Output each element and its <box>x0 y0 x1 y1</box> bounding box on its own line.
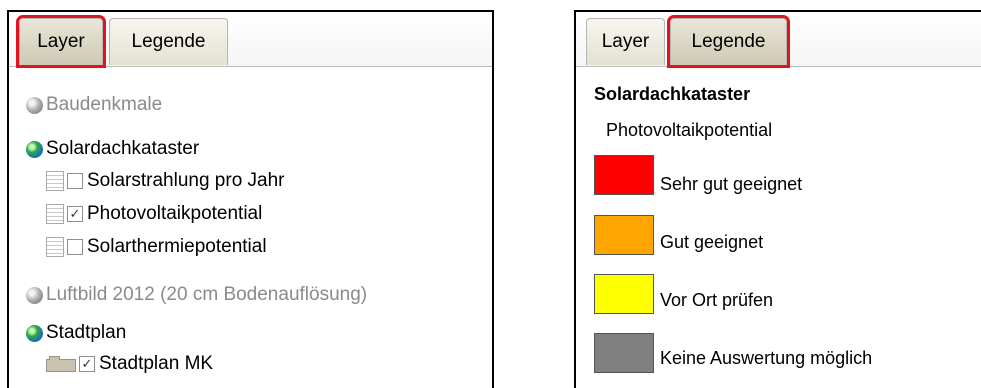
layer-group-luftbild[interactable]: Luftbild 2012 (20 cm Bodenauflösung) <box>26 284 367 306</box>
legend-label: Vor Ort prüfen <box>660 290 774 310</box>
legend-panel: Layer Legende Solardachkataster Photovol… <box>574 10 981 388</box>
layer-item-stadtplan-mk[interactable]: ✓ Stadtplan MK <box>46 353 213 375</box>
layer-label: Solardachkataster <box>46 138 200 159</box>
globe-icon <box>26 324 43 342</box>
legend-label: Sehr gut geeignet <box>660 174 803 194</box>
legend-swatch-red <box>594 155 654 195</box>
layer-label: Baudenkmale <box>46 94 163 115</box>
legend-icon[interactable] <box>46 171 64 191</box>
globe-icon <box>26 140 43 158</box>
legend-swatch-yellow <box>594 274 654 314</box>
globe-icon <box>26 96 43 114</box>
legend-swatch-gray <box>594 333 654 373</box>
legend-icon[interactable] <box>46 237 64 257</box>
tab-legende[interactable]: Legende <box>109 18 228 65</box>
layer-label: Stadtplan <box>46 322 127 343</box>
tab-bar: Layer Legende <box>576 12 981 68</box>
tab-layer[interactable]: Layer <box>586 18 665 65</box>
layer-item-photovoltaikpotential[interactable]: ✓ Photovoltaikpotential <box>46 203 262 225</box>
layer-label: Luftbild 2012 (20 cm Bodenauflösung) <box>46 284 368 305</box>
legend-label: Gut geeignet <box>660 232 764 252</box>
globe-icon <box>26 286 43 304</box>
folder-icon <box>46 356 76 372</box>
layer-label: Solarstrahlung pro Jahr <box>87 170 285 191</box>
layer-group-solardachkataster[interactable]: Solardachkataster <box>26 138 199 160</box>
legend-title: Solardachkataster <box>594 84 751 104</box>
layer-label: Solarthermiepotential <box>87 236 267 257</box>
layer-item-solarstrahlung[interactable]: Solarstrahlung pro Jahr <box>46 170 285 192</box>
legend-label: Keine Auswertung möglich <box>660 348 873 368</box>
layer-checkbox[interactable]: ✓ <box>67 206 83 222</box>
layer-checkbox[interactable] <box>67 173 83 189</box>
layer-label: Photovoltaikpotential <box>87 203 263 224</box>
legend-swatch-orange <box>594 215 654 255</box>
legend-subtitle: Photovoltaikpotential <box>606 120 773 140</box>
layer-label: Stadtplan MK <box>99 353 214 374</box>
tab-legende[interactable]: Legende <box>667 15 790 68</box>
layer-group-stadtplan[interactable]: Stadtplan <box>26 322 126 344</box>
layer-item-solarthermiepotential[interactable]: Solarthermiepotential <box>46 236 267 258</box>
tab-bar: Layer Legende <box>9 12 492 68</box>
layer-panel: Layer Legende Baudenkmale Solardachkatas… <box>7 10 494 388</box>
legend-icon[interactable] <box>46 204 64 224</box>
layer-checkbox[interactable]: ✓ <box>79 356 95 372</box>
layer-group-baudenkmale[interactable]: Baudenkmale <box>26 94 162 116</box>
layer-checkbox[interactable] <box>67 239 83 255</box>
tab-layer[interactable]: Layer <box>16 15 106 68</box>
